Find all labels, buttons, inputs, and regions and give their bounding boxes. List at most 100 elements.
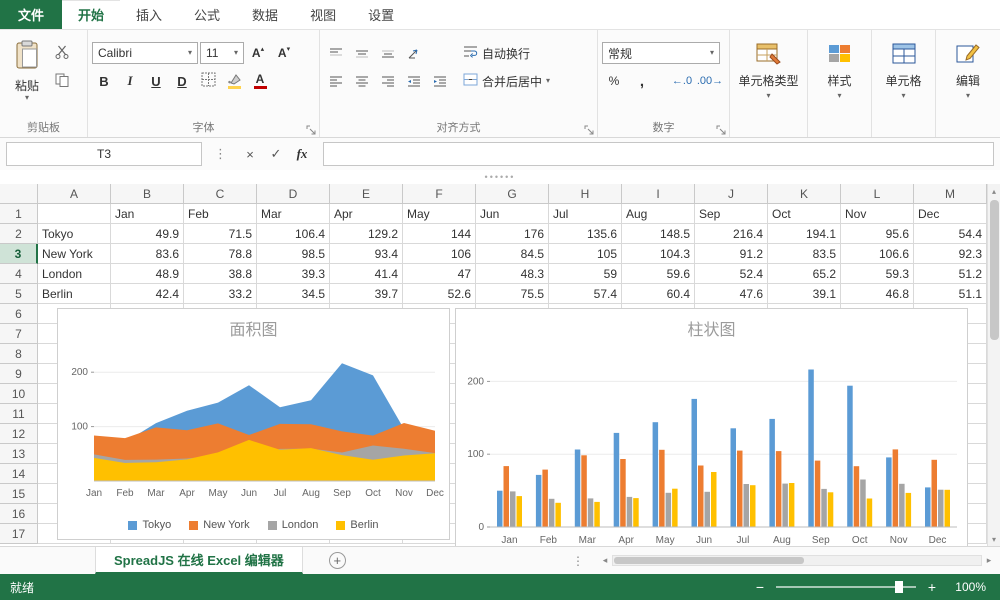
font-color-button[interactable]: A: [248, 70, 272, 92]
row-header-9[interactable]: 9: [0, 364, 38, 384]
formula-input[interactable]: [323, 142, 994, 166]
column-header-C[interactable]: C: [184, 184, 257, 204]
cell-L2[interactable]: 95.6: [841, 224, 914, 244]
bold-button[interactable]: B: [92, 70, 116, 92]
cell-A3[interactable]: New York: [38, 244, 111, 264]
cell-M3[interactable]: 92.3: [914, 244, 987, 264]
align-top-button[interactable]: [324, 42, 348, 64]
cell-G5[interactable]: 75.5: [476, 284, 549, 304]
cell-A1[interactable]: [38, 204, 111, 224]
horizontal-scroll-thumb[interactable]: [614, 557, 804, 564]
cell-K3[interactable]: 83.5: [768, 244, 841, 264]
decrease-font-size-button[interactable]: A ▾: [272, 42, 296, 64]
cell-B3[interactable]: 83.6: [111, 244, 184, 264]
italic-button[interactable]: I: [118, 70, 142, 92]
cell-J2[interactable]: 216.4: [695, 224, 768, 244]
scroll-up-icon[interactable]: ▴: [992, 184, 996, 198]
align-left-button[interactable]: [324, 70, 348, 92]
column-header-M[interactable]: M: [914, 184, 987, 204]
cell-H3[interactable]: 105: [549, 244, 622, 264]
cell-E5[interactable]: 39.7: [330, 284, 403, 304]
cell-D1[interactable]: Mar: [257, 204, 330, 224]
align-right-button[interactable]: [376, 70, 400, 92]
cell-H4[interactable]: 59: [549, 264, 622, 284]
column-header-B[interactable]: B: [111, 184, 184, 204]
scroll-down-icon[interactable]: ▾: [992, 532, 996, 546]
legend-item-New York[interactable]: New York: [189, 519, 250, 531]
cell-I1[interactable]: Aug: [622, 204, 695, 224]
cell-J5[interactable]: 47.6: [695, 284, 768, 304]
confirm-icon[interactable]: ✓: [265, 143, 287, 165]
row-header-8[interactable]: 8: [0, 344, 38, 364]
cell-F3[interactable]: 106: [403, 244, 476, 264]
cell-H2[interactable]: 135.6: [549, 224, 622, 244]
cell-G2[interactable]: 176: [476, 224, 549, 244]
menu-tab-4[interactable]: 数据: [236, 0, 294, 29]
cell-L5[interactable]: 46.8: [841, 284, 914, 304]
row-header-3[interactable]: 3: [0, 244, 38, 264]
row-header-12[interactable]: 12: [0, 424, 38, 444]
row-header-16[interactable]: 16: [0, 504, 38, 524]
tab-options-icon[interactable]: ⋮: [572, 554, 584, 568]
cell-A2[interactable]: Tokyo: [38, 224, 111, 244]
cell-M5[interactable]: 51.1: [914, 284, 987, 304]
column-header-H[interactable]: H: [549, 184, 622, 204]
column-header-G[interactable]: G: [476, 184, 549, 204]
cell-K1[interactable]: Oct: [768, 204, 841, 224]
cell-I4[interactable]: 59.6: [622, 264, 695, 284]
cells-button[interactable]: 单元格 ▾: [876, 34, 931, 100]
cell-G1[interactable]: Jun: [476, 204, 549, 224]
name-box[interactable]: T3: [6, 142, 202, 166]
sheet-tab[interactable]: SpreadJS 在线 Excel 编辑器: [95, 547, 303, 574]
cell-B2[interactable]: 49.9: [111, 224, 184, 244]
cell-K4[interactable]: 65.2: [768, 264, 841, 284]
cell-L1[interactable]: Nov: [841, 204, 914, 224]
legend-item-Tokyo[interactable]: Tokyo: [128, 519, 171, 531]
cell-J4[interactable]: 52.4: [695, 264, 768, 284]
zoom-out-button[interactable]: −: [752, 579, 768, 595]
text-orientation-button[interactable]: [402, 42, 426, 64]
area-chart[interactable]: 面积图 100 200 Jan Feb Mar Apr May Jun Jul Aug Sep Oct…: [57, 308, 450, 540]
align-middle-button[interactable]: [350, 42, 374, 64]
cell-E4[interactable]: 41.4: [330, 264, 403, 284]
cell-B1[interactable]: Jan: [111, 204, 184, 224]
column-header-K[interactable]: K: [768, 184, 841, 204]
align-center-button[interactable]: [350, 70, 374, 92]
zoom-slider[interactable]: [776, 581, 916, 593]
cell-M4[interactable]: 51.2: [914, 264, 987, 284]
menu-tab-6[interactable]: 设置: [352, 0, 410, 29]
increase-indent-button[interactable]: [428, 70, 452, 92]
cell-D3[interactable]: 98.5: [257, 244, 330, 264]
cell-B4[interactable]: 48.9: [111, 264, 184, 284]
cell-M1[interactable]: Dec: [914, 204, 987, 224]
cell-E1[interactable]: Apr: [330, 204, 403, 224]
column-header-I[interactable]: I: [622, 184, 695, 204]
cell-J1[interactable]: Sep: [695, 204, 768, 224]
column-header-L[interactable]: L: [841, 184, 914, 204]
cell-F2[interactable]: 144: [403, 224, 476, 244]
row-header-10[interactable]: 10: [0, 384, 38, 404]
cell-A5[interactable]: Berlin: [38, 284, 111, 304]
select-all-corner[interactable]: [0, 184, 38, 204]
cell-D5[interactable]: 34.5: [257, 284, 330, 304]
row-header-15[interactable]: 15: [0, 484, 38, 504]
cell-I3[interactable]: 104.3: [622, 244, 695, 264]
increase-font-size-button[interactable]: A ▴: [246, 42, 270, 64]
column-header-E[interactable]: E: [330, 184, 403, 204]
menu-tab-3[interactable]: 公式: [178, 0, 236, 29]
legend-item-London[interactable]: London: [267, 519, 318, 531]
cell-H5[interactable]: 57.4: [549, 284, 622, 304]
name-box-menu-icon[interactable]: ⋮: [206, 146, 235, 162]
zoom-slider-thumb[interactable]: [895, 581, 903, 593]
add-sheet-button[interactable]: +: [328, 552, 346, 569]
cell-I5[interactable]: 60.4: [622, 284, 695, 304]
decrease-indent-button[interactable]: [402, 70, 426, 92]
row-header-5[interactable]: 5: [0, 284, 38, 304]
horizontal-scrollbar[interactable]: ◂ ▸: [598, 555, 996, 566]
align-bottom-button[interactable]: [376, 42, 400, 64]
legend-item-Berlin[interactable]: Berlin: [336, 519, 379, 531]
zoom-in-button[interactable]: +: [924, 579, 940, 595]
percent-style-button[interactable]: %: [602, 70, 626, 92]
row-header-6[interactable]: 6: [0, 304, 38, 324]
borders-button[interactable]: [196, 70, 220, 92]
